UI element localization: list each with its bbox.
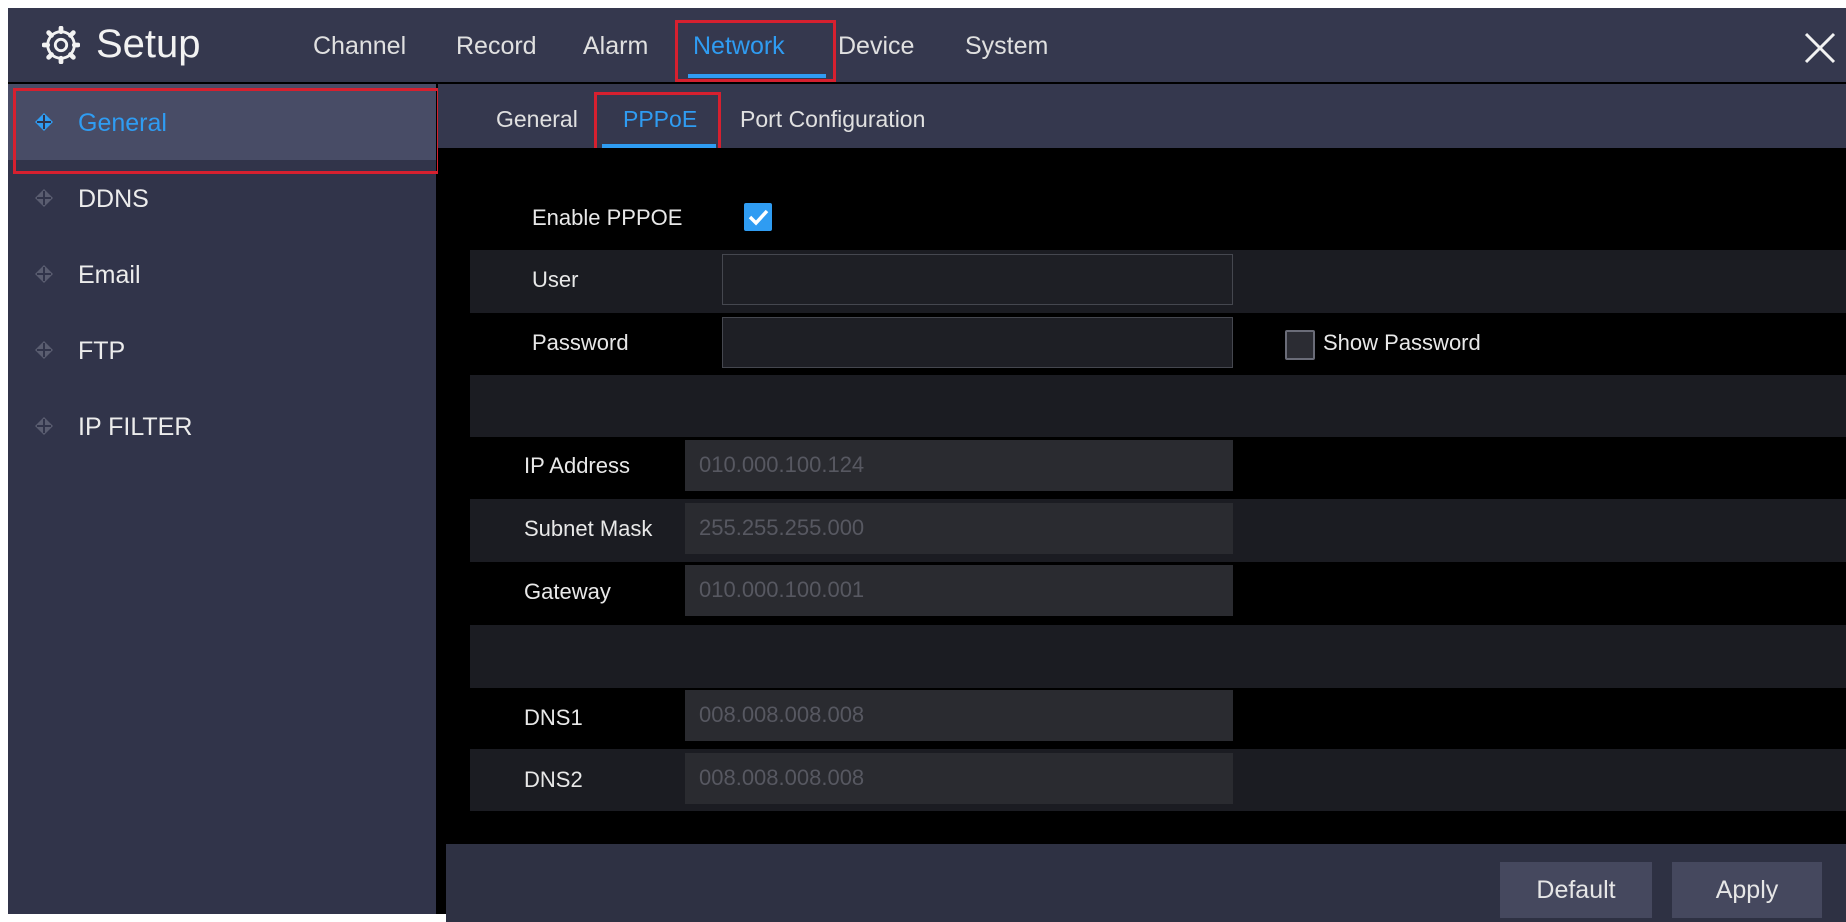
show-password-label: Show Password — [1323, 330, 1481, 355]
sidebar-item-ftp[interactable]: FTP — [8, 312, 436, 388]
top-bar: Setup Channel Record Alarm Network Devic… — [8, 8, 1846, 82]
password-input[interactable] — [722, 317, 1233, 368]
dns2-field: 008.008.008.008 — [685, 753, 1233, 804]
tab-device[interactable]: Device — [838, 32, 914, 61]
sidebar-item-label: DDNS — [78, 185, 149, 213]
subtab-general[interactable]: General — [496, 106, 578, 133]
tab-system[interactable]: System — [965, 32, 1048, 61]
subnet-mask-field: 255.255.255.000 — [685, 503, 1233, 554]
sidebar-item-label: IP FILTER — [78, 413, 193, 441]
sidebar-item-label: FTP — [78, 337, 126, 365]
dns2-label: DNS2 — [524, 767, 583, 792]
network-tab-highlight — [675, 20, 836, 82]
gateway-field: 010.000.100.001 — [685, 565, 1233, 616]
show-password-checkbox[interactable] — [1285, 330, 1315, 360]
enable-pppoe-checkbox[interactable] — [744, 203, 772, 231]
pppoe-subtab-highlight — [594, 92, 721, 152]
page-title: Setup — [96, 22, 201, 66]
default-button[interactable]: Default — [1500, 862, 1652, 918]
enable-pppoe-label: Enable PPPOE — [532, 205, 683, 230]
password-label: Password — [532, 330, 629, 355]
checkmark-icon — [748, 209, 769, 226]
diamond-icon — [35, 341, 53, 359]
subnet-mask-label: Subnet Mask — [524, 516, 653, 541]
user-label: User — [532, 267, 579, 292]
tab-alarm[interactable]: Alarm — [583, 32, 648, 61]
tab-channel[interactable]: Channel — [313, 32, 406, 61]
setup-window: Setup Channel Record Alarm Network Devic… — [8, 8, 1846, 922]
diamond-icon — [35, 417, 53, 435]
diamond-icon — [35, 265, 53, 283]
close-icon[interactable] — [1802, 30, 1838, 66]
general-item-highlight — [13, 88, 440, 174]
user-input[interactable] — [722, 254, 1233, 305]
diamond-icon — [35, 189, 53, 207]
spacer-row — [470, 375, 1846, 437]
ip-address-field: 010.000.100.124 — [685, 440, 1233, 491]
sidebar-item-label: Email — [78, 261, 141, 289]
sidebar-item-email[interactable]: Email — [8, 236, 436, 312]
bottom-bar: Default Apply — [446, 844, 1846, 922]
apply-button[interactable]: Apply — [1672, 862, 1822, 918]
tab-record[interactable]: Record — [456, 32, 537, 61]
sidebar-item-ip-filter[interactable]: IP FILTER — [8, 388, 436, 464]
dns1-field: 008.008.008.008 — [685, 690, 1233, 741]
gear-icon — [42, 26, 80, 64]
sidebar: General DDNS Email FTP IP FILTER — [8, 84, 436, 914]
gateway-label: Gateway — [524, 579, 611, 604]
subtab-port-configuration[interactable]: Port Configuration — [740, 106, 925, 133]
dns1-label: DNS1 — [524, 705, 583, 730]
ip-address-label: IP Address — [524, 453, 630, 478]
spacer-row — [470, 625, 1846, 688]
